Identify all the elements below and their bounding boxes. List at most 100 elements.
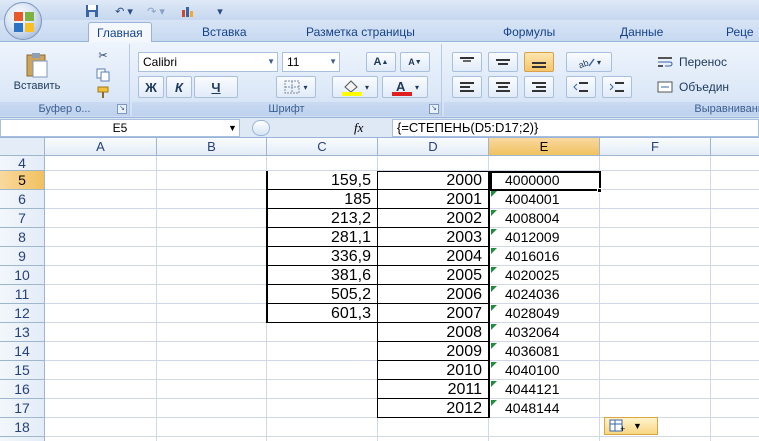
- cut-icon[interactable]: ✂: [92, 46, 114, 64]
- redo-icon[interactable]: ↷ ▾: [142, 3, 170, 19]
- wrap-text-button[interactable]: Перенос: [656, 52, 759, 72]
- cell-c6[interactable]: 185: [267, 190, 377, 209]
- align-center-button[interactable]: [488, 76, 518, 98]
- font-launcher-icon[interactable]: ↘: [429, 104, 439, 114]
- chart-icon[interactable]: [174, 3, 202, 19]
- bold-button[interactable]: Ж: [138, 76, 164, 98]
- clipboard-launcher-icon[interactable]: ↘: [117, 104, 127, 114]
- error-indicator-icon[interactable]: [491, 191, 497, 197]
- cell-d16[interactable]: 2011: [378, 380, 488, 399]
- copy-icon[interactable]: [92, 66, 114, 84]
- row-header[interactable]: 17: [0, 399, 45, 418]
- row-header[interactable]: 14: [0, 342, 45, 361]
- merge-center-button[interactable]: Объедин: [656, 76, 759, 98]
- error-indicator-icon[interactable]: [491, 210, 497, 216]
- column-header-e[interactable]: E: [489, 138, 600, 156]
- tab-formulas[interactable]: Формулы: [503, 22, 555, 42]
- row-header[interactable]: 19: [0, 437, 45, 441]
- cell-e15[interactable]: 4040100: [489, 361, 600, 380]
- align-top-button[interactable]: [452, 52, 482, 72]
- cell-d13[interactable]: 2008: [378, 323, 488, 342]
- grow-font-button[interactable]: A ▲: [366, 52, 396, 72]
- cell-c10[interactable]: 381,6: [267, 266, 377, 285]
- row-header[interactable]: 8: [0, 228, 45, 247]
- formula-bar-handle-icon[interactable]: [252, 120, 270, 136]
- underline-button[interactable]: Ч: [194, 76, 238, 98]
- error-indicator-icon[interactable]: [491, 324, 497, 330]
- cell-e12[interactable]: 4028049: [489, 304, 600, 323]
- error-indicator-icon[interactable]: [491, 229, 497, 235]
- paste-button[interactable]: Вставить: [6, 44, 68, 100]
- undo-icon[interactable]: ↶ ▾: [110, 3, 138, 19]
- row-header[interactable]: 6: [0, 190, 45, 209]
- font-color-button[interactable]: A ▾: [382, 76, 428, 98]
- cell-e13[interactable]: 4032064: [489, 323, 600, 342]
- font-name-dropdown[interactable]: Calibri ▼: [138, 52, 278, 72]
- borders-button[interactable]: ▾: [276, 76, 316, 98]
- name-box[interactable]: E5: [0, 119, 240, 137]
- cell-e7[interactable]: 4008004: [489, 209, 600, 228]
- cell-e14[interactable]: 4036081: [489, 342, 600, 361]
- row-header[interactable]: 10: [0, 266, 45, 285]
- error-indicator-icon[interactable]: [491, 381, 497, 387]
- error-indicator-icon[interactable]: [491, 248, 497, 254]
- align-bottom-button[interactable]: [524, 52, 554, 72]
- cell-c12[interactable]: 601,3: [267, 304, 377, 323]
- column-header-f[interactable]: F: [600, 138, 711, 156]
- tab-insert[interactable]: Вставка: [202, 22, 247, 42]
- font-size-dropdown[interactable]: 11 ▼: [282, 52, 340, 72]
- cell-d11[interactable]: 2006: [378, 285, 488, 304]
- row-header[interactable]: 5: [0, 171, 45, 190]
- align-left-button[interactable]: [452, 76, 482, 98]
- error-indicator-icon[interactable]: [491, 362, 497, 368]
- format-painter-icon[interactable]: [92, 84, 114, 100]
- cell-e16[interactable]: 4044121: [489, 380, 600, 399]
- cell-d9[interactable]: 2004: [378, 247, 488, 266]
- insert-function-button[interactable]: fx: [354, 119, 363, 137]
- italic-button[interactable]: К: [166, 76, 192, 98]
- cell-d15[interactable]: 2010: [378, 361, 488, 380]
- align-right-button[interactable]: [524, 76, 554, 98]
- cell-d14[interactable]: 2009: [378, 342, 488, 361]
- cell-d6[interactable]: 2001: [378, 190, 488, 209]
- fill-color-button[interactable]: ▾: [332, 76, 378, 98]
- paste-options-button[interactable]: + ▼: [604, 417, 658, 435]
- select-all-corner[interactable]: [0, 138, 45, 156]
- cell-d5[interactable]: 2000: [378, 171, 488, 190]
- tab-page-layout[interactable]: Разметка страницы: [306, 22, 415, 42]
- shrink-font-button[interactable]: A ▼: [400, 52, 430, 72]
- error-indicator-icon[interactable]: [491, 286, 497, 292]
- row-header[interactable]: 18: [0, 418, 45, 437]
- increase-indent-button[interactable]: [602, 76, 632, 98]
- row-header[interactable]: 15: [0, 361, 45, 380]
- cell-e8[interactable]: 4012009: [489, 228, 600, 247]
- align-middle-button[interactable]: [488, 52, 518, 72]
- row-header[interactable]: 11: [0, 285, 45, 304]
- row-header[interactable]: 12: [0, 304, 45, 323]
- cell-c5[interactable]: 159,5: [267, 171, 377, 190]
- cell-d17[interactable]: 2012: [378, 399, 488, 418]
- cell-c8[interactable]: 281,1: [267, 228, 377, 247]
- cell-e9[interactable]: 4016016: [489, 247, 600, 266]
- row-header[interactable]: 4: [0, 156, 45, 171]
- cell-d10[interactable]: 2005: [378, 266, 488, 285]
- save-icon[interactable]: [78, 3, 106, 19]
- error-indicator-icon[interactable]: [491, 343, 497, 349]
- office-button[interactable]: [4, 2, 42, 40]
- column-header-b[interactable]: B: [157, 138, 267, 156]
- error-indicator-icon[interactable]: [491, 267, 497, 273]
- fill-handle[interactable]: [597, 188, 602, 193]
- row-header[interactable]: 13: [0, 323, 45, 342]
- column-header-d[interactable]: D: [378, 138, 489, 156]
- column-header-a[interactable]: A: [45, 138, 157, 156]
- cell-e10[interactable]: 4020025: [489, 266, 600, 285]
- cell-d8[interactable]: 2003: [378, 228, 488, 247]
- row-header[interactable]: 9: [0, 247, 45, 266]
- chevron-down-icon[interactable]: ▼: [228, 119, 237, 137]
- decrease-indent-button[interactable]: [566, 76, 596, 98]
- cell-c9[interactable]: 336,9: [267, 247, 377, 266]
- cell-c11[interactable]: 505,2: [267, 285, 377, 304]
- tab-home[interactable]: Главная: [88, 22, 152, 42]
- row-header[interactable]: 7: [0, 209, 45, 228]
- orientation-button[interactable]: ab ▾: [566, 52, 612, 72]
